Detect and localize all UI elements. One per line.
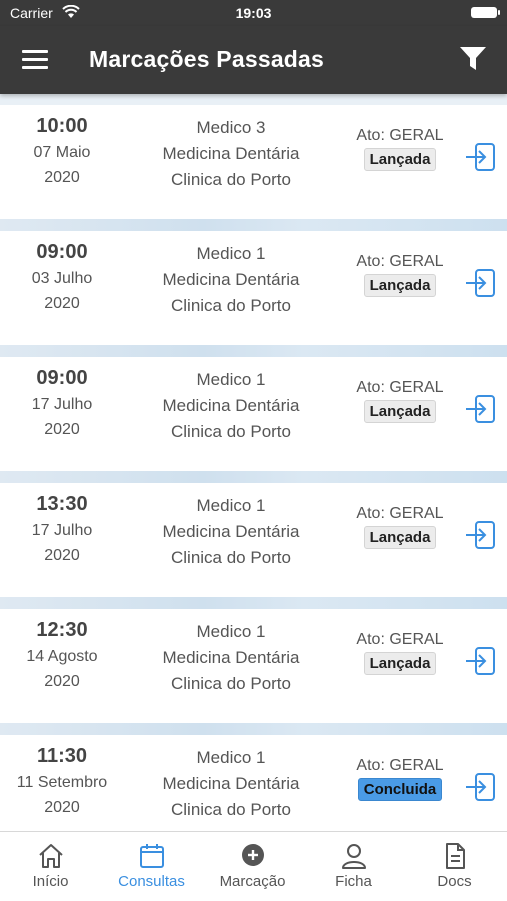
appointment-day: 14 Agosto (26, 648, 98, 665)
appointment-time: 09:00 (36, 241, 88, 263)
appointment-day: 03 Julho (31, 270, 93, 287)
enter-icon[interactable] (464, 142, 496, 172)
card-divider (0, 723, 507, 735)
tab-label: Docs (437, 873, 472, 890)
appointment-specialty: Medicina Dentária (162, 144, 300, 163)
appointment-clinic: Clinica do Porto (170, 296, 291, 315)
enter-icon[interactable] (464, 394, 496, 424)
appointment-list: 10:00 07 Maio 2020 Medico 3 Medicina Den… (0, 94, 507, 831)
home-icon (39, 844, 63, 868)
enter-icon[interactable] (464, 646, 496, 676)
status-badge: Lançada (363, 274, 437, 297)
tab-inicio[interactable]: Início (0, 832, 101, 901)
appointment-time: 13:30 (36, 493, 88, 515)
appointment-doctor: Medico 1 (196, 244, 266, 263)
appointment-card: 09:00 03 Julho 2020 Medico 1 Medicina De… (0, 231, 507, 345)
status-badge: Lançada (363, 652, 437, 675)
calendar-icon (140, 844, 164, 868)
enter-icon[interactable] (464, 772, 496, 802)
status-time: 19:03 (235, 5, 272, 21)
tab-ficha[interactable]: Ficha (303, 832, 404, 901)
status-badge: Lançada (363, 148, 437, 171)
appointment-clinic: Clinica do Porto (170, 548, 291, 567)
document-icon (446, 843, 465, 869)
appointment-doctor: Medico 1 (196, 748, 266, 767)
appointment-clinic: Clinica do Porto (170, 422, 291, 441)
appointment-act: Ato: GERAL (356, 505, 444, 522)
appointment-specialty: Medicina Dentária (162, 522, 300, 541)
card-divider (0, 219, 507, 231)
hamburger-menu-icon[interactable] (22, 50, 48, 70)
appointment-time: 12:30 (36, 619, 88, 641)
add-circle-icon (242, 844, 264, 866)
appointment-year: 2020 (44, 169, 80, 186)
appointment-day: 07 Maio (33, 144, 91, 161)
status-badge: Lançada (363, 400, 437, 423)
battery-icon (471, 7, 500, 18)
appointment-doctor: Medico 1 (196, 496, 266, 515)
card-divider (0, 597, 507, 609)
appointment-time: 09:00 (36, 367, 88, 389)
appointment-time: 10:00 (36, 115, 88, 137)
page-title: Marcações Passadas (89, 46, 325, 72)
appointment-specialty: Medicina Dentária (162, 648, 300, 667)
appointment-act: Ato: GERAL (356, 631, 444, 648)
appointment-day: 11 Setembro (16, 774, 108, 791)
tab-bar: Início Consultas Marcação Ficha Docs (0, 831, 507, 901)
appointment-act: Ato: GERAL (356, 757, 444, 774)
appointment-act: Ato: GERAL (356, 379, 444, 396)
person-icon (342, 844, 366, 869)
appointment-year: 2020 (44, 673, 80, 690)
tab-label: Consultas (118, 873, 185, 890)
appointment-clinic: Clinica do Porto (170, 674, 291, 693)
app-header: Marcações Passadas (0, 26, 507, 94)
appointment-year: 2020 (44, 547, 80, 564)
appointment-day: 17 Julho (31, 396, 93, 413)
enter-icon[interactable] (464, 520, 496, 550)
appointment-clinic: Clinica do Porto (170, 800, 291, 819)
appointment-card: 12:30 14 Agosto 2020 Medico 1 Medicina D… (0, 609, 507, 723)
card-divider (0, 471, 507, 483)
appointment-doctor: Medico 1 (196, 622, 266, 641)
appointment-specialty: Medicina Dentária (162, 774, 300, 793)
appointment-doctor: Medico 3 (196, 118, 266, 137)
filter-icon[interactable] (459, 46, 487, 72)
status-badge: Concluida (357, 778, 443, 801)
tab-docs[interactable]: Docs (404, 832, 505, 901)
tab-label: Início (32, 873, 69, 890)
appointment-card: 09:00 17 Julho 2020 Medico 1 Medicina De… (0, 357, 507, 471)
status-bar: Carrier 19:03 (0, 0, 507, 26)
status-badge: Lançada (363, 526, 437, 549)
tab-label: Marcação (219, 873, 286, 890)
appointment-card: 13:30 17 Julho 2020 Medico 1 Medicina De… (0, 483, 507, 597)
appointment-specialty: Medicina Dentária (162, 270, 300, 289)
appointment-act: Ato: GERAL (356, 253, 444, 270)
appointment-act: Ato: GERAL (356, 127, 444, 144)
appointment-year: 2020 (44, 799, 80, 816)
tab-consultas[interactable]: Consultas (101, 832, 202, 901)
enter-icon[interactable] (464, 268, 496, 298)
tab-marcacao[interactable]: Marcação (202, 832, 303, 901)
tab-label: Ficha (335, 873, 372, 890)
appointment-year: 2020 (44, 295, 80, 312)
appointment-day: 17 Julho (31, 522, 93, 539)
appointment-card: 10:00 07 Maio 2020 Medico 3 Medicina Den… (0, 105, 507, 219)
appointment-clinic: Clinica do Porto (170, 170, 291, 189)
appointment-time: 11:30 (36, 745, 88, 767)
appointment-card: 11:30 11 Setembro 2020 Medico 1 Medicina… (0, 735, 507, 831)
appointment-year: 2020 (44, 421, 80, 438)
appointment-doctor: Medico 1 (196, 370, 266, 389)
appointment-specialty: Medicina Dentária (162, 396, 300, 415)
card-divider (0, 345, 507, 357)
